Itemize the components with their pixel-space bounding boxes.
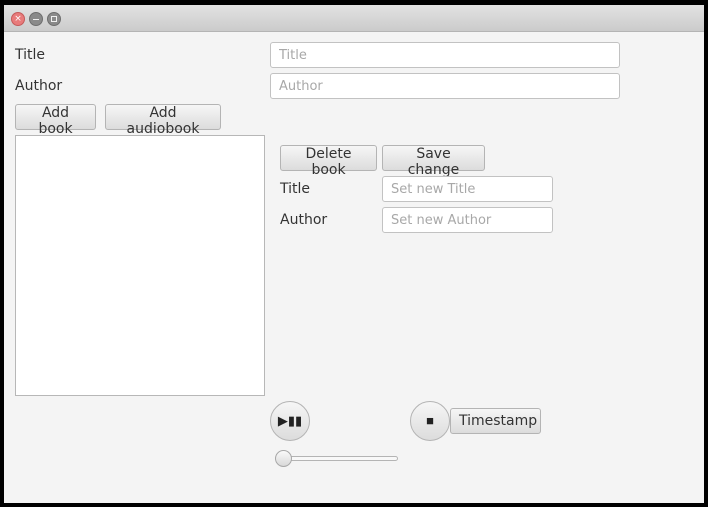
title-input[interactable] (270, 42, 620, 68)
author-label: Author (15, 78, 63, 94)
play-pause-icon: ▶▮▮ (277, 413, 303, 428)
new-title-input[interactable] (382, 176, 553, 202)
new-author-label: Author (280, 212, 328, 228)
slider-track (275, 456, 398, 461)
book-list[interactable] (15, 135, 265, 396)
save-change-button[interactable]: Save change (382, 145, 485, 178)
playback-slider[interactable] (275, 450, 400, 467)
minimize-icon[interactable] (29, 12, 43, 26)
app-window: × Title Author Add book Add audiobook De… (4, 5, 704, 503)
title-label: Title (15, 47, 46, 63)
stop-button[interactable]: ■ (410, 401, 450, 441)
delete-book-button[interactable]: Delete book (280, 145, 377, 178)
close-icon[interactable]: × (11, 12, 25, 26)
author-input[interactable] (270, 73, 620, 99)
new-title-label: Title (280, 181, 311, 197)
add-audiobook-button[interactable]: Add audiobook (105, 104, 221, 137)
stop-icon: ■ (426, 413, 434, 428)
new-author-input[interactable] (382, 207, 553, 233)
title-bar: × (4, 5, 704, 32)
play-pause-button[interactable]: ▶▮▮ (270, 401, 310, 441)
add-book-button[interactable]: Add book (15, 104, 96, 137)
slider-thumb[interactable] (275, 450, 292, 467)
maximize-icon[interactable] (47, 12, 61, 26)
timestamp-button[interactable]: Timestamp (450, 408, 541, 434)
